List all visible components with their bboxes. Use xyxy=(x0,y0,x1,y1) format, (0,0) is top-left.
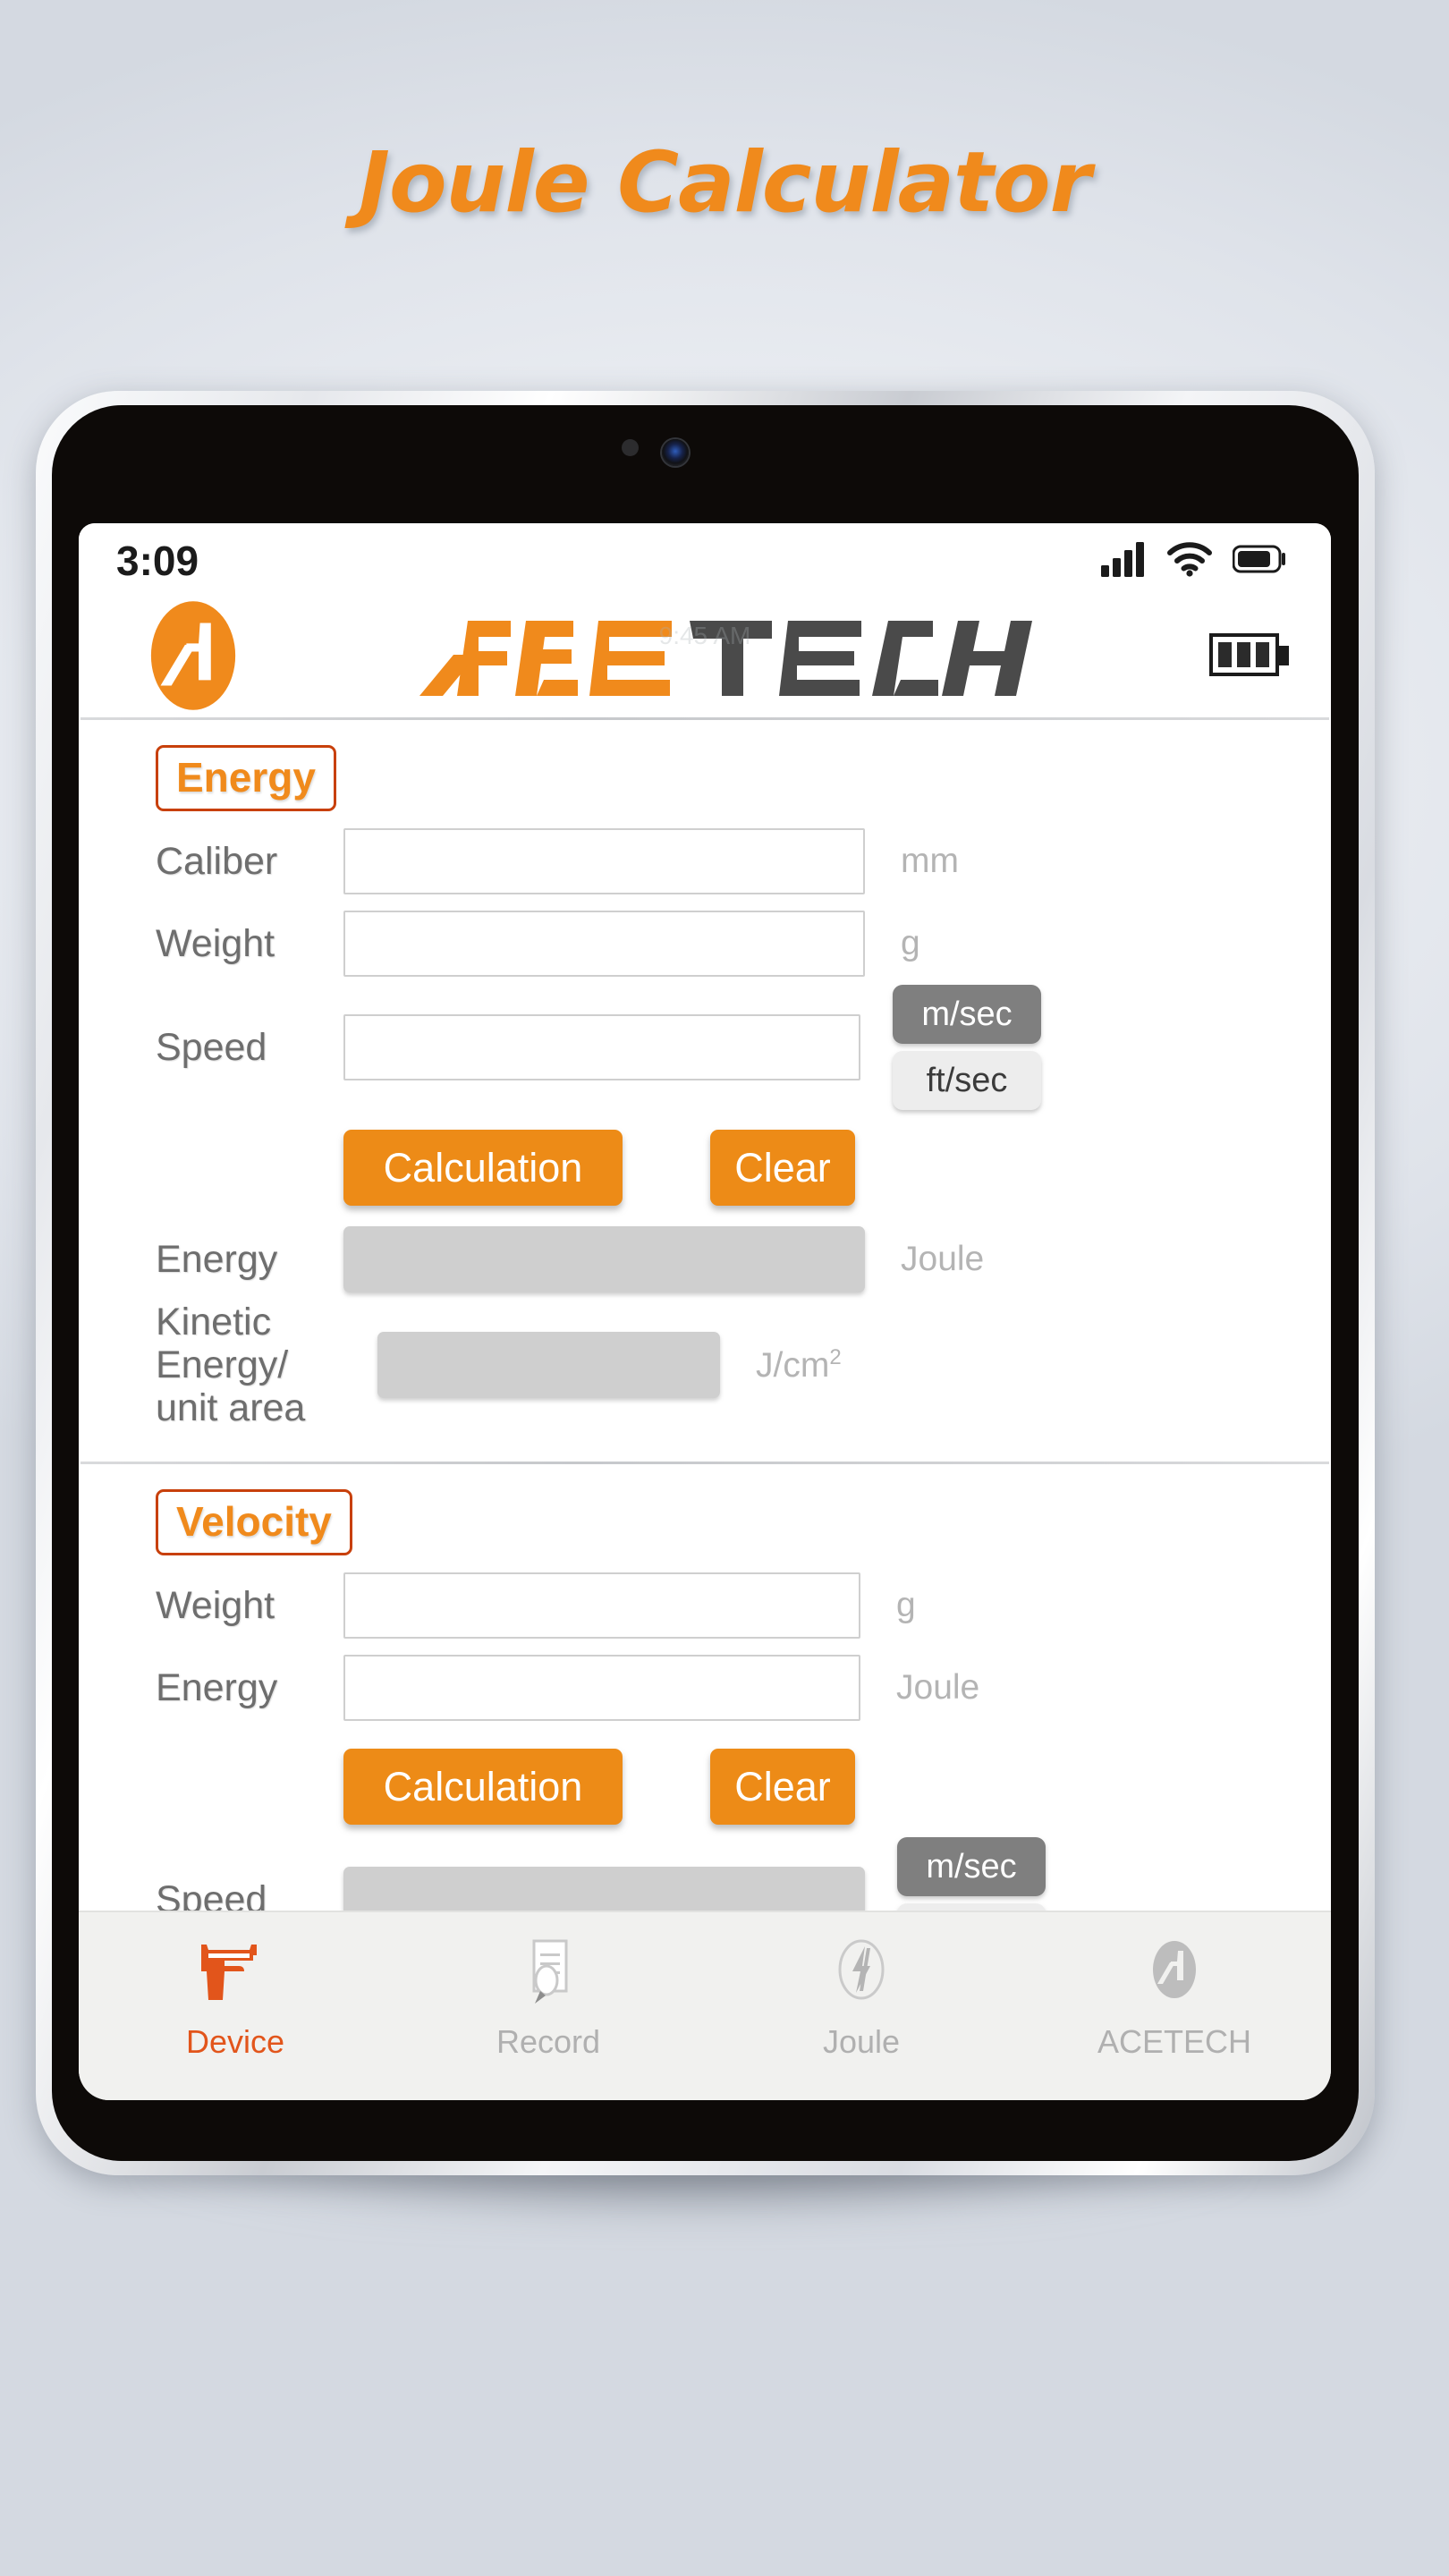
cellular-signal-icon xyxy=(1100,541,1147,581)
caliber-unit: mm xyxy=(901,842,959,880)
energy-result-field xyxy=(343,1226,865,1292)
battery-icon xyxy=(1232,545,1288,578)
tablet-device: 3:09 9:45 AM Energy Caliber mm Weight g … xyxy=(36,391,1375,2224)
energy-button-row: Calculation Clear xyxy=(79,1130,1331,1206)
weight-unit: g xyxy=(901,924,920,962)
velocity-energy-unit: Joule xyxy=(896,1668,980,1707)
kinetic-energy-unit: J/cm2 xyxy=(756,1345,842,1385)
caliber-row: Caliber mm xyxy=(79,820,1331,902)
tab-device[interactable]: Device xyxy=(79,1928,392,2061)
status-icons xyxy=(1100,541,1288,581)
velocity-weight-label: Weight xyxy=(156,1584,275,1628)
bottom-tab-bar: Device Record Joule ACETECH xyxy=(79,1911,1331,2100)
ambient-sensor-icon xyxy=(622,439,639,456)
speed-row: Speed m/sec ft/sec xyxy=(79,985,1331,1110)
velocity-weight-input[interactable] xyxy=(343,1572,860,1640)
front-camera-icon xyxy=(662,439,689,466)
kinetic-energy-label-line2: unit area xyxy=(156,1386,306,1430)
kinetic-energy-label-line1: Kinetic Energy/ xyxy=(156,1301,289,1387)
document-search-icon xyxy=(507,1928,589,2014)
speed-input[interactable] xyxy=(343,1014,860,1080)
kinetic-energy-row: Kinetic Energy/ unit area J/cm2 xyxy=(79,1301,1331,1429)
velocity-calculation-button[interactable]: Calculation xyxy=(343,1749,623,1826)
tab-joule[interactable]: Joule xyxy=(705,1928,1018,2061)
velocity-weight-unit: g xyxy=(896,1586,916,1625)
energy-result-label: Energy xyxy=(156,1237,278,1281)
speed-label: Speed xyxy=(156,1025,267,1069)
energy-result-unit: Joule xyxy=(901,1240,985,1278)
energy-calculation-button[interactable]: Calculation xyxy=(343,1130,623,1206)
weight-label: Weight xyxy=(156,921,275,965)
tab-acetech-label: ACETECH xyxy=(1097,2023,1252,2060)
velocity-section-tag: Velocity xyxy=(156,1489,352,1556)
device-battery-icon xyxy=(1209,630,1292,686)
weight-input[interactable] xyxy=(343,911,865,977)
tab-record-label: Record xyxy=(496,2023,601,2060)
kinetic-energy-unit-exponent: 2 xyxy=(829,1344,842,1369)
lightning-bolt-icon xyxy=(820,1928,902,2014)
speed-unit-toggle: m/sec ft/sec xyxy=(893,985,1041,1110)
tab-record[interactable]: Record xyxy=(392,1928,705,2061)
wifi-icon xyxy=(1166,541,1213,581)
caliber-label: Caliber xyxy=(156,839,278,883)
kinetic-energy-field xyxy=(377,1332,720,1399)
caliber-input[interactable] xyxy=(343,828,865,894)
velocity-clear-button[interactable]: Clear xyxy=(710,1749,855,1826)
acetech-logo-mark-icon xyxy=(125,588,261,724)
acetech-logo-icon xyxy=(1133,1928,1216,2014)
status-time: 3:09 xyxy=(116,538,199,584)
weight-row: Weight g xyxy=(79,902,1331,985)
tab-acetech[interactable]: ACETECH xyxy=(1018,1928,1331,2061)
acetech-wordmark xyxy=(252,605,1202,712)
speed-unit-ftsec-button[interactable]: ft/sec xyxy=(893,1051,1041,1110)
energy-clear-button[interactable]: Clear xyxy=(710,1130,855,1206)
kinetic-energy-unit-main: J/cm xyxy=(756,1345,830,1385)
velocity-section: Velocity Weight g Energy Joule Calculati… xyxy=(79,1464,1331,1970)
app-header: 9:45 AM xyxy=(79,598,1331,717)
velocity-energy-input[interactable] xyxy=(343,1655,860,1722)
energy-section: Energy Caliber mm Weight g Speed m/sec f… xyxy=(79,720,1331,1462)
kinetic-energy-label: Kinetic Energy/ unit area xyxy=(156,1301,377,1429)
energy-section-tag: Energy xyxy=(156,745,336,811)
status-bar: 3:09 xyxy=(79,523,1331,598)
page-title: Joule Calculator xyxy=(359,134,1091,232)
tab-joule-label: Joule xyxy=(822,2023,901,2060)
velocity-weight-row: Weight g xyxy=(79,1564,1331,1647)
pistol-icon xyxy=(194,1928,276,2014)
velocity-button-row: Calculation Clear xyxy=(79,1749,1331,1826)
app-screen: 3:09 9:45 AM Energy Caliber mm Weight g … xyxy=(79,523,1331,2100)
velocity-energy-label: Energy xyxy=(156,1666,278,1710)
tab-device-label: Device xyxy=(185,2023,285,2060)
velocity-unit-msec-button[interactable]: m/sec xyxy=(897,1837,1046,1897)
energy-result-row: Energy Joule xyxy=(79,1218,1331,1301)
velocity-energy-row: Energy Joule xyxy=(79,1647,1331,1729)
speed-unit-msec-button[interactable]: m/sec xyxy=(893,985,1041,1044)
